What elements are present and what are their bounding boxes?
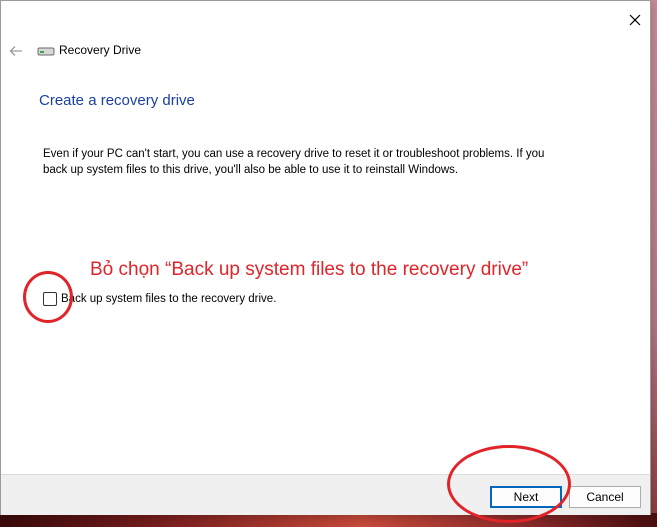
backup-system-files-checkbox[interactable] xyxy=(43,292,57,306)
back-button[interactable] xyxy=(5,41,27,61)
drive-icon xyxy=(37,47,55,56)
backup-system-files-option[interactable]: Back up system files to the recovery dri… xyxy=(43,292,276,306)
window-title: Recovery Drive xyxy=(59,43,142,57)
close-button[interactable] xyxy=(619,5,651,35)
backup-system-files-label[interactable]: Back up system files to the recovery dri… xyxy=(61,293,276,305)
description-text: Even if your PC can't start, you can use… xyxy=(43,148,545,176)
next-button[interactable]: Next xyxy=(490,486,562,508)
close-icon xyxy=(629,14,641,26)
cancel-button[interactable]: Cancel xyxy=(569,486,641,508)
recovery-drive-window: Recovery Drive Create a recovery drive E… xyxy=(0,0,651,523)
page-heading: Create a recovery drive xyxy=(39,92,195,109)
annotation-instruction: Bỏ chọn “Back up system files to the rec… xyxy=(90,259,529,280)
back-arrow-icon xyxy=(9,46,22,56)
desktop-wallpaper-bottom xyxy=(0,513,657,527)
